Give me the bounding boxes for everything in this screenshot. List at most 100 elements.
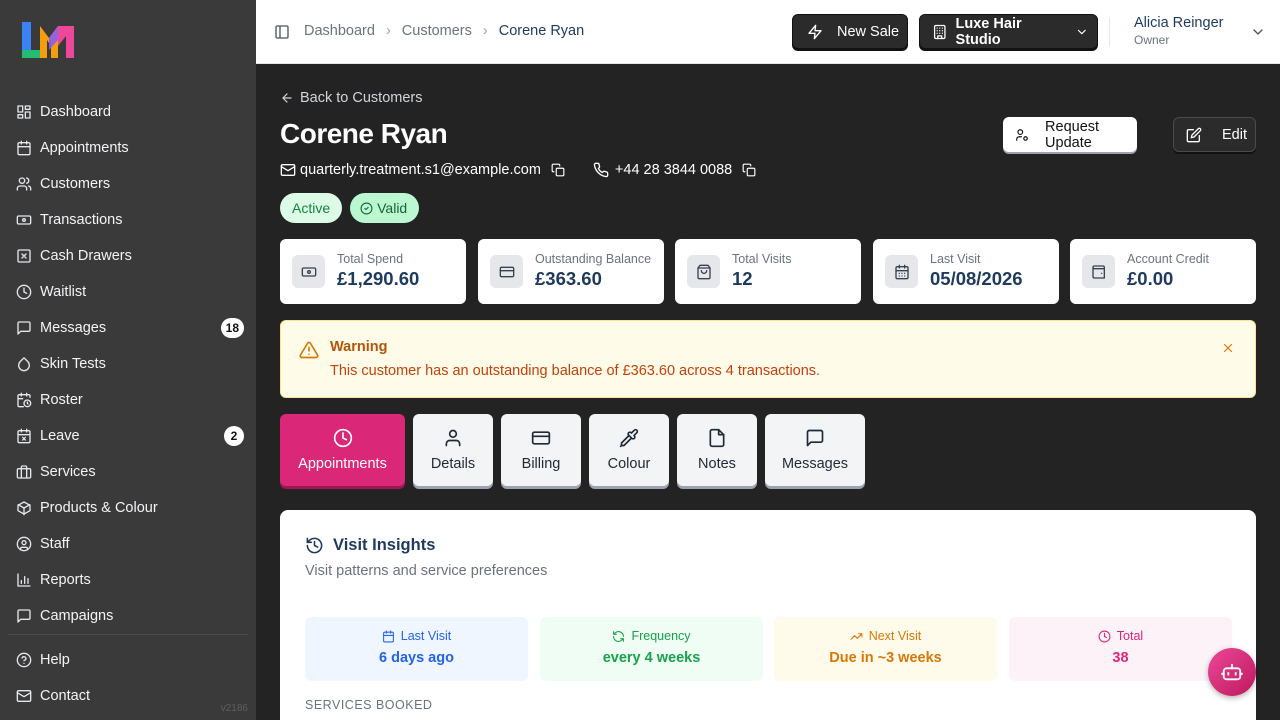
customer-email: quarterly.treatment.s1@example.com [300, 162, 541, 178]
tab-messages[interactable]: Messages [765, 414, 865, 486]
breadcrumb-dashboard[interactable]: Dashboard [304, 23, 375, 39]
sidebar-item-transactions[interactable]: Transactions [0, 202, 256, 238]
tab-label: Messages [781, 456, 849, 472]
tab-billing[interactable]: Billing [501, 414, 581, 486]
sidebar-item-skin-tests[interactable]: Skin Tests [0, 346, 256, 382]
square-x-icon [17, 249, 31, 263]
stat-value: £363.60 [535, 268, 602, 289]
pipette-icon [619, 428, 639, 448]
insight-label: Frequency [631, 629, 691, 643]
sidebar-item-label: Appointments [40, 140, 129, 156]
stat-label: Last Visit [930, 252, 981, 266]
sidebar-item-label: Campaigns [40, 608, 114, 624]
stat-value: 12 [732, 268, 753, 289]
insight-label: Total [1116, 629, 1144, 643]
request-update-label: Request Update [1045, 118, 1100, 151]
sidebar-item-contact[interactable]: Contact [0, 678, 256, 714]
tab-notes[interactable]: Notes [677, 414, 757, 486]
tab-label: Details [430, 456, 476, 472]
stat-card-outstanding-balance: Outstanding Balance £363.60 [478, 239, 664, 304]
zap-icon [808, 24, 822, 39]
insight-card-frequency: Frequency every 4 weeks [540, 617, 763, 681]
sidebar-toggle-button[interactable] [274, 24, 290, 40]
insights-subtitle: Visit patterns and service preferences [305, 563, 548, 579]
sidebar-item-campaigns[interactable]: Campaigns [0, 598, 256, 634]
sidebar-item-label: Cash Drawers [40, 248, 132, 264]
edit-label: Edit [1222, 126, 1247, 143]
request-update-button[interactable]: Request Update [1003, 117, 1137, 152]
user-menu[interactable]: Alicia Reinger Owner [1134, 15, 1274, 51]
tab-colour[interactable]: Colour [589, 414, 669, 486]
sidebar-item-messages[interactable]: Messages 18 [0, 310, 256, 346]
sidebar-item-help[interactable]: Help [0, 642, 256, 678]
edit-button[interactable]: Edit [1173, 117, 1256, 152]
stat-card-total-spend: Total Spend £1,290.60 [280, 239, 466, 304]
stat-value: £0.00 [1127, 268, 1174, 289]
sidebar-item-waitlist[interactable]: Waitlist [0, 274, 256, 310]
tab-details[interactable]: Details [413, 414, 493, 486]
copy-email-icon[interactable] [551, 163, 565, 177]
back-label: Back to Customers [300, 90, 423, 106]
bar-chart-icon [17, 573, 31, 587]
user-icon [445, 429, 461, 447]
tab-appointments[interactable]: Appointments [280, 414, 405, 486]
stat-label: Total Visits [732, 252, 792, 266]
tab-label: Appointments [298, 456, 387, 472]
sidebar-item-appointments[interactable]: Appointments [0, 130, 256, 166]
new-sale-button[interactable]: New Sale [792, 14, 908, 49]
calendar-clock-icon [17, 392, 32, 408]
sidebar-item-customers[interactable]: Customers [0, 166, 256, 202]
studio-label: Luxe Hair Studio [955, 15, 1022, 48]
sidebar-item-staff[interactable]: Staff [0, 526, 256, 562]
warning-title: Warning [330, 339, 388, 355]
bot-icon [1221, 663, 1243, 681]
clock-icon [1098, 630, 1111, 642]
stat-card-last-visit: Last Visit 05/08/2026 [873, 239, 1059, 304]
banknote-icon [16, 215, 32, 225]
back-to-customers-link[interactable]: Back to Customers [280, 90, 423, 106]
history-icon [306, 537, 323, 554]
app-version: v2186 [220, 703, 248, 714]
header-divider [1109, 18, 1110, 46]
sidebar-item-leave[interactable]: Leave 2 [0, 418, 256, 454]
tab-label: Notes [698, 456, 736, 472]
stat-value: £1,290.60 [337, 268, 420, 289]
sidebar-item-products-colour[interactable]: Products & Colour [0, 490, 256, 526]
customer-name: Corene Ryan [280, 118, 448, 149]
phone-icon [593, 162, 609, 178]
sidebar-item-label: Contact [40, 688, 90, 704]
sidebar: Dashboard Appointments Customers Transac… [0, 0, 256, 720]
app-logo[interactable] [20, 20, 76, 60]
insight-card-next-visit: Next Visit Due in ~3 weeks [774, 617, 997, 681]
sidebar-item-dashboard[interactable]: Dashboard [0, 94, 256, 130]
sidebar-item-cash-drawers[interactable]: Cash Drawers [0, 238, 256, 274]
banknote-icon [292, 255, 325, 288]
insight-value: every 4 weeks [602, 650, 701, 666]
warning-message: This customer has an outstanding balance… [330, 363, 821, 379]
shopping-bag-icon [687, 255, 720, 288]
clock-icon [16, 284, 32, 300]
sidebar-item-reports[interactable]: Reports [0, 562, 256, 598]
assistant-bot-button[interactable] [1208, 648, 1256, 696]
tab-label: Colour [607, 456, 651, 472]
droplet-icon [18, 357, 30, 372]
close-icon[interactable] [1221, 341, 1235, 355]
credit-card-icon [531, 431, 551, 445]
studio-selector[interactable]: Luxe Hair Studio [919, 14, 1098, 49]
sidebar-item-label: Skin Tests [40, 356, 106, 372]
building-icon [933, 24, 946, 39]
sidebar-item-label: Roster [40, 392, 83, 408]
user-circle-icon [16, 536, 32, 552]
warning-alert: Warning This customer has an outstanding… [280, 320, 1256, 398]
file-icon [709, 428, 725, 448]
copy-phone-icon[interactable] [742, 163, 756, 177]
credit-card-icon [490, 255, 523, 288]
chevron-right-icon: › [385, 23, 391, 39]
sidebar-item-services[interactable]: Services [0, 454, 256, 490]
check-circle-icon [360, 202, 373, 214]
stat-card-account-credit: Account Credit £0.00 [1070, 239, 1256, 304]
dashboard-icon [17, 105, 31, 119]
calendar-icon [382, 630, 394, 642]
sidebar-item-roster[interactable]: Roster [0, 382, 256, 418]
breadcrumb-customers[interactable]: Customers [402, 23, 472, 39]
